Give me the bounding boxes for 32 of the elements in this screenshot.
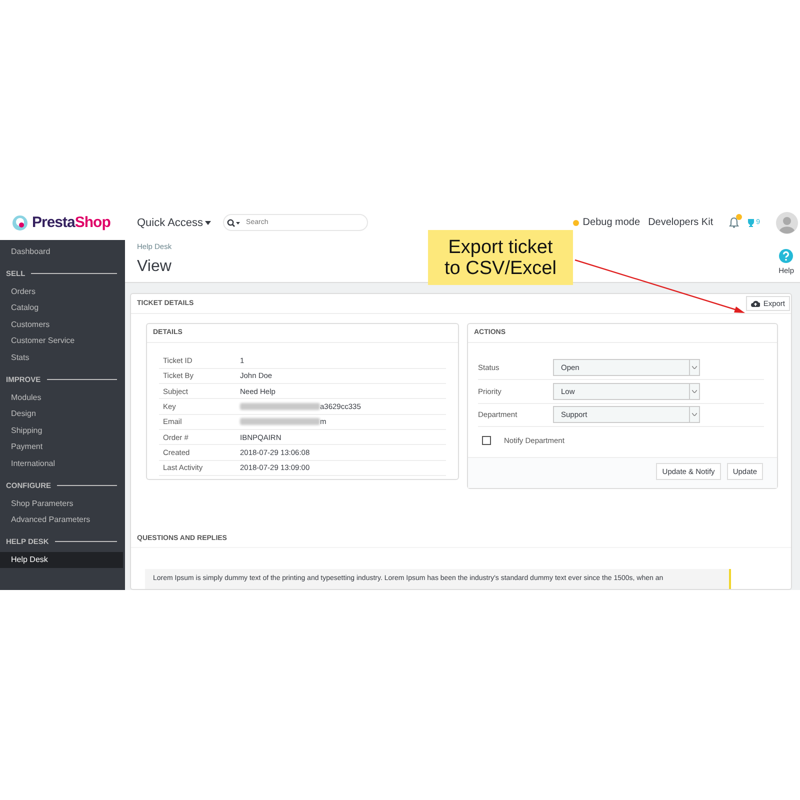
sidebar-item[interactable]: Design: [0, 406, 123, 423]
sidebar-item[interactable]: Help Desk: [0, 552, 123, 568]
callout-note: Export ticket to CSV/Excel: [428, 230, 573, 285]
caret-icon: [205, 220, 212, 224]
bell-icon: [729, 217, 740, 228]
sidebar-item[interactable]: Payment: [0, 439, 123, 456]
chevron-down-icon: [692, 390, 697, 393]
quick-access-menu[interactable]: Quick Access: [137, 216, 212, 228]
trophy-icon: [747, 218, 756, 226]
sidebar-item[interactable]: Modules: [0, 390, 123, 406]
sidebar-item[interactable]: Stats: [0, 350, 123, 367]
page-title: View: [137, 258, 172, 276]
logo-text: PrestaShop: [32, 214, 110, 231]
sidebar-item[interactable]: Dashboard: [0, 244, 123, 261]
sidebar-item[interactable]: Shipping: [0, 422, 123, 440]
avatar-icon: [776, 212, 798, 234]
sidebar-item[interactable]: Advanced Parameters: [0, 512, 123, 529]
sidebar-item[interactable]: International: [0, 456, 123, 473]
developers-kit-link[interactable]: Developers Kit: [648, 217, 714, 228]
sidebar-item[interactable]: Shop Parameters: [0, 496, 123, 512]
checkbox[interactable]: [482, 436, 491, 444]
cloud-upload-icon: [751, 300, 760, 306]
sidebar-item[interactable]: Customers: [0, 316, 123, 334]
help-icon: [779, 249, 794, 263]
sidebar-item[interactable]: Customer Service: [0, 333, 123, 350]
debug-mode-link[interactable]: Debug mode: [582, 217, 640, 228]
logo-icon: [12, 214, 28, 230]
chevron-down-icon: [692, 366, 697, 370]
sidebar-item[interactable]: Catalog: [0, 300, 123, 317]
notification-badge: [736, 214, 742, 220]
chevron-down-icon: [692, 413, 697, 416]
sidebar-item[interactable]: Orders: [0, 284, 123, 300]
